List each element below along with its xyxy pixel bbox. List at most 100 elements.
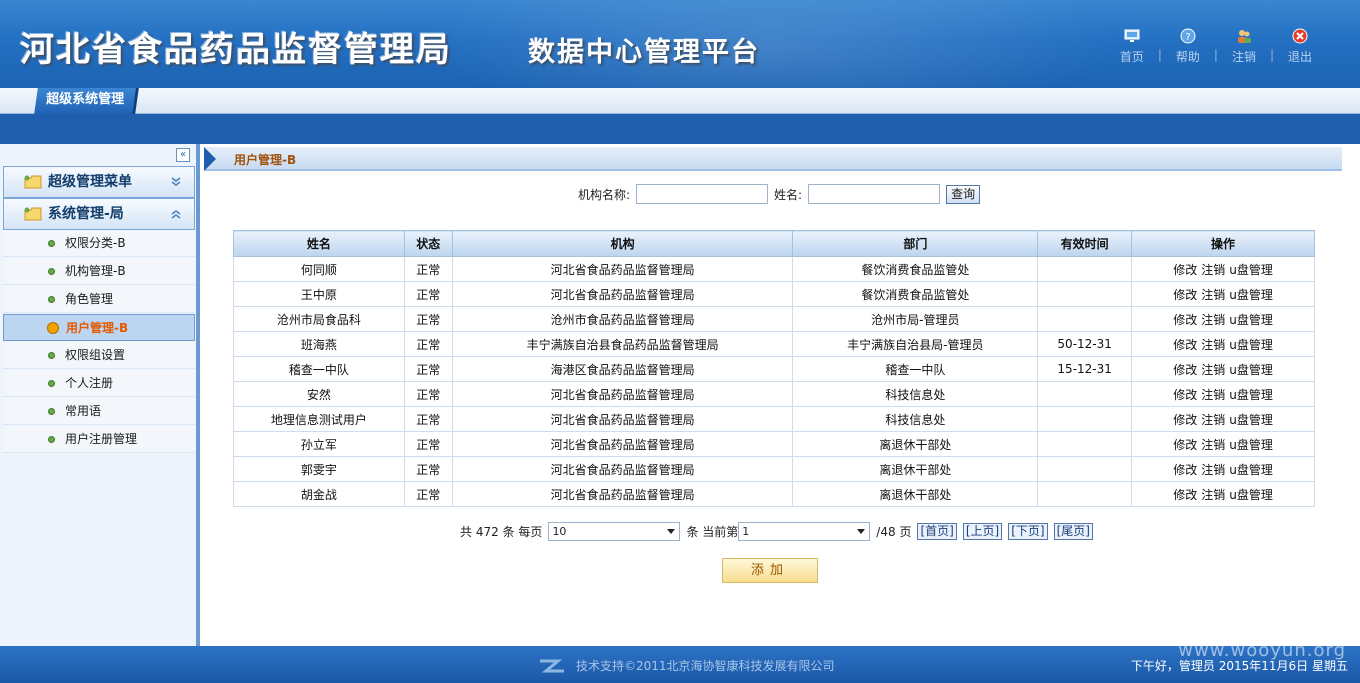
- cell-status: 正常: [403, 381, 453, 407]
- per-page-value: 10: [552, 525, 567, 538]
- usb-key-manage-link[interactable]: u盘管理: [1229, 288, 1273, 302]
- usb-key-manage-link[interactable]: u盘管理: [1229, 338, 1273, 352]
- query-button[interactable]: 查询: [946, 184, 981, 204]
- edit-link[interactable]: 修改: [1173, 363, 1197, 377]
- sidebar-item-personal-register[interactable]: 个人注册: [3, 370, 195, 397]
- edit-link[interactable]: 修改: [1173, 413, 1197, 427]
- edit-link[interactable]: 修改: [1173, 263, 1197, 277]
- cell-dept: 丰宁满族自治县局-管理员: [792, 331, 1039, 357]
- cell-valid-time: [1037, 456, 1133, 482]
- cell-name: 班海燕: [233, 331, 405, 357]
- menu-group-system[interactable]: 系统管理-局: [3, 198, 195, 230]
- sidebar-item-user-management[interactable]: 用户管理-B: [3, 314, 195, 341]
- banner-decoration: [420, 0, 1120, 88]
- usb-key-manage-link[interactable]: u盘管理: [1229, 438, 1273, 452]
- cell-actions: 修改 注销 u盘管理: [1131, 456, 1315, 482]
- company-logo-icon: [540, 659, 564, 672]
- bullet-icon: [48, 268, 55, 275]
- deactivate-link[interactable]: 注销: [1201, 338, 1225, 352]
- sidebar-item-label: 常用语: [65, 404, 102, 418]
- cell-valid-time: [1037, 256, 1133, 282]
- prev-page-button[interactable]: [上页]: [962, 523, 1003, 540]
- sidebar-item-role-management[interactable]: 角色管理: [3, 286, 195, 313]
- cell-name: 郭雯宇: [233, 456, 405, 482]
- next-page-button[interactable]: [下页]: [1008, 523, 1048, 540]
- usb-key-manage-link[interactable]: u盘管理: [1229, 488, 1273, 502]
- deactivate-link[interactable]: 注销: [1201, 488, 1225, 502]
- last-page-button[interactable]: [尾页]: [1053, 523, 1093, 540]
- usb-key-manage-link[interactable]: u盘管理: [1229, 313, 1273, 327]
- nav-divider: |: [1157, 48, 1162, 62]
- menu-group-super[interactable]: 超级管理菜单: [3, 166, 195, 198]
- deactivate-link[interactable]: 注销: [1201, 263, 1225, 277]
- cell-status: 正常: [403, 431, 453, 457]
- edit-link[interactable]: 修改: [1173, 488, 1197, 502]
- nav-home[interactable]: 首页: [1112, 28, 1152, 65]
- nav-logout[interactable]: 注销: [1224, 28, 1264, 65]
- cell-name: 稽查一中队: [233, 356, 405, 382]
- table-row: 王中原 正常 河北省食品药品监督管理局 餐饮消费食品监管处 修改 注销 u盘管理: [233, 281, 1315, 307]
- deactivate-link[interactable]: 注销: [1201, 413, 1225, 427]
- deactivate-link[interactable]: 注销: [1201, 363, 1225, 377]
- deactivate-link[interactable]: 注销: [1201, 288, 1225, 302]
- tab-super-system[interactable]: 超级系统管理: [34, 88, 139, 114]
- cell-status: 正常: [403, 256, 453, 282]
- deactivate-link[interactable]: 注销: [1201, 463, 1225, 477]
- svg-text:?: ?: [1185, 32, 1190, 43]
- nav-help[interactable]: ? 帮助: [1168, 28, 1208, 65]
- nav-help-label: 帮助: [1175, 50, 1200, 64]
- cell-name: 安然: [233, 381, 405, 407]
- usb-key-manage-link[interactable]: u盘管理: [1229, 388, 1273, 402]
- col-header-name[interactable]: 姓名: [233, 230, 405, 257]
- cell-dept: 科技信息处: [792, 381, 1039, 407]
- edit-link[interactable]: 修改: [1173, 463, 1197, 477]
- edit-link[interactable]: 修改: [1173, 288, 1197, 302]
- first-page-button[interactable]: [首页]: [917, 523, 957, 540]
- org-name-input[interactable]: [636, 184, 769, 204]
- current-page-select[interactable]: 1: [738, 522, 871, 541]
- per-page-select[interactable]: 10: [548, 522, 681, 541]
- col-header-valid-time[interactable]: 有效时间: [1037, 230, 1133, 257]
- monitor-icon: [1124, 29, 1140, 42]
- edit-link[interactable]: 修改: [1173, 388, 1197, 402]
- usb-key-manage-link[interactable]: u盘管理: [1229, 263, 1273, 277]
- sidebar-item-common-phrases[interactable]: 常用语: [3, 398, 195, 425]
- sidebar-item-permission-category[interactable]: 权限分类-B: [3, 230, 195, 257]
- usb-key-manage-link[interactable]: u盘管理: [1229, 463, 1273, 477]
- sidebar-item-user-register-management[interactable]: 用户注册管理: [3, 426, 195, 453]
- deactivate-link[interactable]: 注销: [1201, 438, 1225, 452]
- help-icon: ?: [1180, 28, 1196, 44]
- nav-divider: |: [1213, 48, 1218, 62]
- cell-org: 丰宁满族自治县食品药品监督管理局: [451, 331, 794, 357]
- cell-actions: 修改 注销 u盘管理: [1131, 481, 1315, 507]
- sidebar-item-org-management[interactable]: 机构管理-B: [3, 258, 195, 285]
- cell-name: 地理信息测试用户: [233, 406, 405, 432]
- cell-actions: 修改 注销 u盘管理: [1131, 381, 1315, 407]
- edit-link[interactable]: 修改: [1173, 313, 1197, 327]
- table-header-row: 姓名 状态 机构 部门 有效时间 操作: [233, 230, 1315, 257]
- add-button[interactable]: 添加: [722, 558, 818, 583]
- per-page-unit: 条: [686, 525, 699, 539]
- sidebar-item-permission-group[interactable]: 权限组设置: [3, 342, 195, 369]
- user-name-input[interactable]: [808, 184, 941, 204]
- sidebar-item-label: 权限组设置: [65, 348, 126, 362]
- edit-link[interactable]: 修改: [1173, 338, 1197, 352]
- nav-exit[interactable]: 退出: [1280, 28, 1320, 65]
- edit-link[interactable]: 修改: [1173, 438, 1197, 452]
- col-header-dept[interactable]: 部门: [792, 230, 1039, 257]
- usb-key-manage-link[interactable]: u盘管理: [1229, 413, 1273, 427]
- chevron-down-icon: [667, 529, 676, 534]
- cell-org: 海港区食品药品监督管理局: [451, 356, 794, 382]
- collapse-sidebar-button[interactable]: «: [176, 148, 190, 162]
- deactivate-link[interactable]: 注销: [1201, 313, 1225, 327]
- current-page-label: 当前第: [702, 525, 739, 539]
- cell-valid-time: [1037, 431, 1133, 457]
- usb-key-manage-link[interactable]: u盘管理: [1229, 363, 1273, 377]
- table-row: 胡金战 正常 河北省食品药品监督管理局 离退休干部处 修改 注销 u盘管理: [233, 481, 1315, 507]
- col-header-org[interactable]: 机构: [451, 230, 794, 257]
- page-unit: 页: [899, 525, 912, 539]
- sidebar-item-label: 用户管理-B: [66, 321, 129, 335]
- nav-exit-label: 退出: [1287, 50, 1312, 64]
- deactivate-link[interactable]: 注销: [1201, 388, 1225, 402]
- col-header-status[interactable]: 状态: [403, 230, 453, 257]
